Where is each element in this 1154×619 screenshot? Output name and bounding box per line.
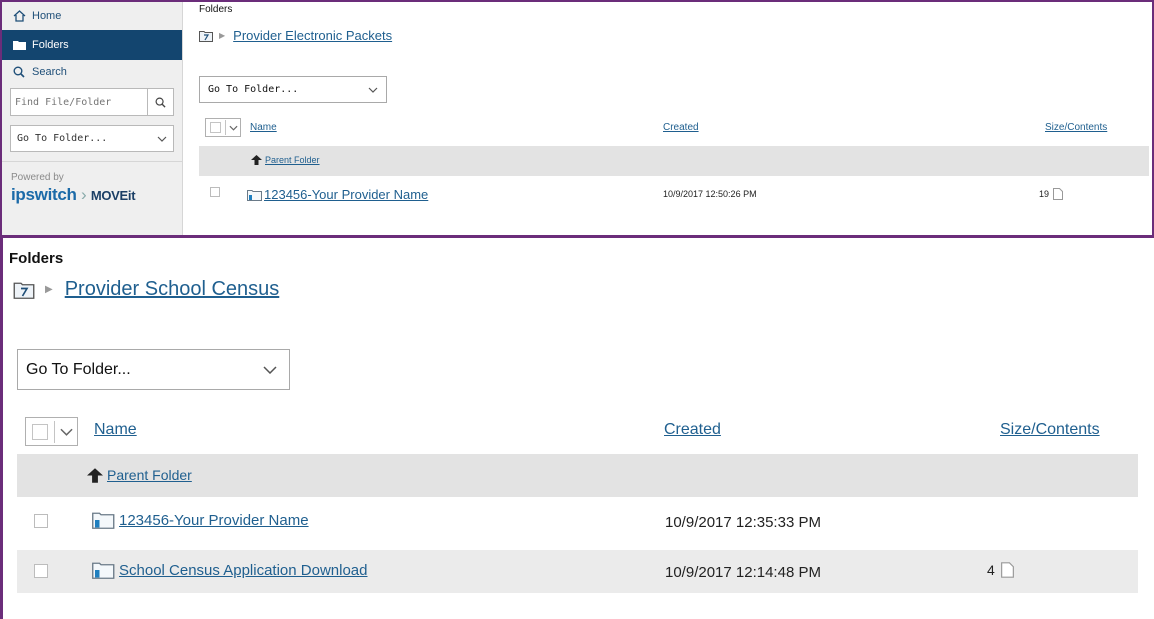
folder-link[interactable]: 123456-Your Provider Name <box>92 511 309 529</box>
row-checkbox[interactable] <box>210 187 220 197</box>
powered-by-text: Powered by <box>11 172 64 183</box>
breadcrumb-link[interactable]: Provider Electronic Packets <box>233 28 392 43</box>
row-checkbox[interactable] <box>34 564 48 578</box>
page-title: Folders <box>199 4 233 15</box>
created-date: 10/9/2017 12:35:33 PM <box>665 514 821 531</box>
goto-folder-select[interactable]: Go To Folder... <box>17 349 290 390</box>
folder-link[interactable]: 123456-Your Provider Name <box>247 187 428 202</box>
sidebar-item-label: Folders <box>32 39 69 51</box>
breadcrumb-arrow-icon: ▶ <box>219 31 226 40</box>
breadcrumb-arrow-icon: ▶ <box>45 284 53 295</box>
folder-link[interactable]: School Census Application Download <box>92 561 368 579</box>
sidebar-item-search[interactable]: Search <box>2 60 182 84</box>
column-header-name[interactable]: Name <box>250 122 277 133</box>
breadcrumb: ▶ Provider Electronic Packets <box>199 28 392 43</box>
ipswitch-moveit-logo: ipswitch › MOVEit <box>11 185 136 204</box>
column-header-name[interactable]: Name <box>94 421 137 439</box>
sidebar-item-label: Home <box>32 10 62 22</box>
folder-icon <box>12 39 26 51</box>
bottom-panel: Folders ▶ Provider School Census Go To F… <box>0 238 1154 619</box>
file-icon <box>1000 562 1014 578</box>
size-contents: 19 <box>1039 188 1064 200</box>
chevron-down-icon <box>368 87 378 93</box>
folder-tree-icon[interactable] <box>13 281 35 299</box>
chevron-down-icon <box>157 136 167 142</box>
column-header-created[interactable]: Created <box>663 122 699 133</box>
goto-folder-label: Go To Folder... <box>26 360 131 378</box>
table-row: School Census Application Download 10/9/… <box>17 550 1138 593</box>
goto-folder-select[interactable]: Go To Folder... <box>199 76 387 103</box>
parent-folder-label: Parent Folder <box>265 155 320 165</box>
breadcrumb: ▶ Provider School Census <box>13 278 279 301</box>
size-contents: 4 <box>987 562 1014 578</box>
folder-icon <box>247 189 262 201</box>
select-all-checkbox[interactable] <box>210 122 221 133</box>
table-header: Name Created Size/Contents <box>17 413 1137 453</box>
top-main-content: Folders ▶ Provider Electronic Packets Go… <box>183 2 1152 235</box>
folder-name: School Census Application Download <box>119 561 368 579</box>
sidebar-item-folders[interactable]: Folders <box>2 30 182 60</box>
column-header-size[interactable]: Size/Contents <box>1045 122 1107 133</box>
parent-folder-link[interactable]: Parent Folder <box>87 467 192 483</box>
search-icon <box>12 66 26 78</box>
parent-folder-link[interactable]: Parent Folder <box>251 155 320 165</box>
parent-folder-row: Parent Folder <box>199 146 1149 176</box>
search-icon <box>155 97 166 108</box>
sidebar-item-home[interactable]: Home <box>2 2 182 30</box>
file-icon <box>1053 188 1064 200</box>
find-file-folder-input[interactable] <box>11 89 147 115</box>
select-all-checkbox-dropdown[interactable] <box>205 118 241 137</box>
find-file-folder-box <box>10 88 174 116</box>
column-header-size[interactable]: Size/Contents <box>1000 421 1100 439</box>
arrow-up-icon <box>87 467 103 483</box>
sidebar: Home Folders Search Go To Folder... Powe… <box>2 2 183 235</box>
folder-icon <box>92 562 115 579</box>
folder-name: 123456-Your Provider Name <box>264 187 429 202</box>
chevron-down-icon <box>263 365 277 374</box>
select-all-checkbox[interactable] <box>32 423 48 440</box>
created-date: 10/9/2017 12:14:48 PM <box>665 564 821 581</box>
parent-folder-label: Parent Folder <box>107 467 192 483</box>
chevron-down-icon[interactable] <box>60 428 73 436</box>
sidebar-goto-folder-select[interactable]: Go To Folder... <box>10 125 174 152</box>
column-header-created[interactable]: Created <box>664 421 721 439</box>
goto-folder-label: Go To Folder... <box>208 84 299 95</box>
page-title: Folders <box>9 250 64 267</box>
parent-folder-row: Parent Folder <box>17 454 1138 497</box>
find-search-button[interactable] <box>147 89 173 115</box>
top-panel: Home Folders Search Go To Folder... Powe… <box>0 0 1154 238</box>
folder-icon <box>92 512 115 529</box>
home-icon <box>12 10 26 22</box>
sidebar-item-label: Search <box>32 66 67 78</box>
created-date: 10/9/2017 12:50:26 PM <box>663 189 757 199</box>
breadcrumb-link[interactable]: Provider School Census <box>65 278 280 301</box>
table-row: 123456-Your Provider Name 10/9/2017 12:5… <box>199 180 1149 206</box>
table-header: Name Created Size/Contents <box>199 114 1139 142</box>
folder-tree-icon[interactable] <box>199 30 213 42</box>
sidebar-goto-folder-label: Go To Folder... <box>17 133 108 144</box>
select-all-checkbox-dropdown[interactable] <box>25 417 78 446</box>
arrow-up-icon <box>251 155 262 165</box>
row-checkbox[interactable] <box>34 514 48 528</box>
chevron-down-icon[interactable] <box>229 125 238 131</box>
folder-name: 123456-Your Provider Name <box>119 511 309 529</box>
table-row: 123456-Your Provider Name 10/9/2017 12:3… <box>17 500 1138 543</box>
